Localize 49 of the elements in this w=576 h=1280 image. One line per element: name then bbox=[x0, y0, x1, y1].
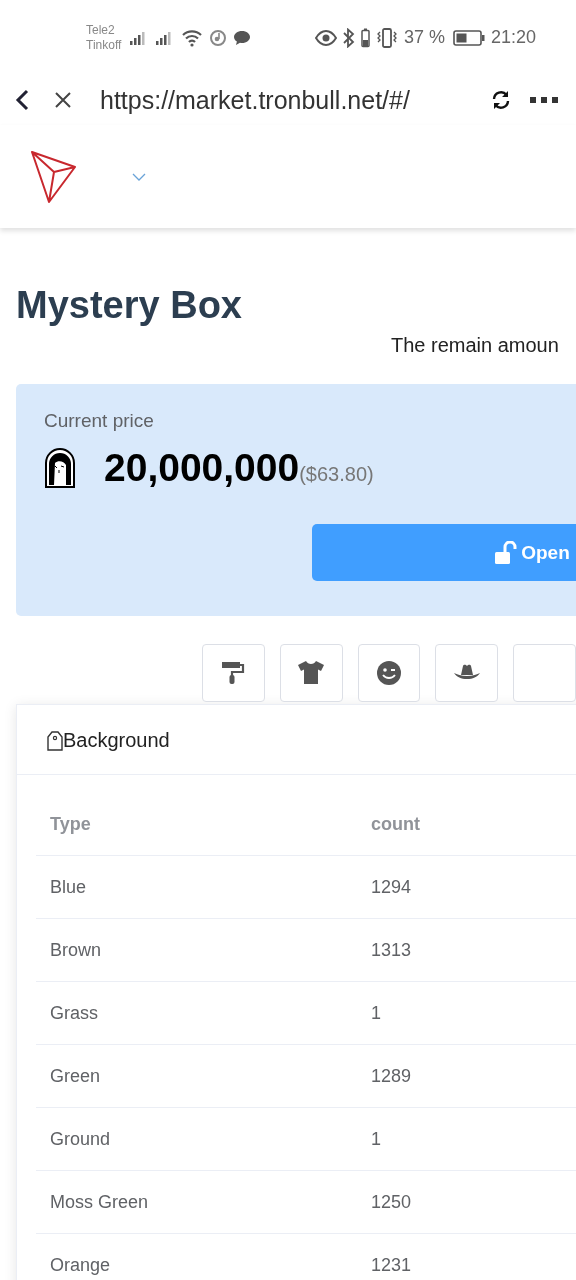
bluetooth-icon bbox=[342, 27, 355, 48]
category-button[interactable] bbox=[202, 644, 265, 702]
table-cell: 1231 bbox=[357, 1233, 576, 1280]
table-cell: Green bbox=[36, 1044, 357, 1108]
wifi-icon bbox=[181, 28, 204, 47]
chat-icon bbox=[233, 29, 252, 46]
reload-button[interactable] bbox=[490, 89, 512, 111]
vibrate-icon bbox=[375, 27, 398, 48]
battery-icon bbox=[452, 29, 485, 46]
price-value: 20,000,000 bbox=[104, 446, 300, 490]
price-usd: ($63.80) bbox=[299, 462, 374, 486]
logo-icon[interactable] bbox=[31, 150, 77, 203]
portrait-token-icon bbox=[44, 448, 76, 488]
table-cell: Grass bbox=[36, 981, 357, 1045]
table-cell: 1250 bbox=[357, 1170, 576, 1234]
carrier-name: Tinkoff bbox=[86, 37, 122, 53]
table-cell: 1 bbox=[357, 1107, 576, 1171]
carrier-name: Tele2 bbox=[86, 22, 116, 38]
unlock-icon bbox=[494, 540, 519, 565]
winking-face-icon bbox=[375, 659, 403, 687]
category-button[interactable] bbox=[279, 644, 343, 702]
url-text[interactable]: https://market.tronbull.net/#/ bbox=[100, 85, 490, 115]
column-header: count bbox=[357, 793, 576, 856]
t-shirt-icon bbox=[297, 659, 326, 687]
chevron-down-icon[interactable] bbox=[132, 172, 146, 181]
table-cell: Ground bbox=[36, 1107, 357, 1171]
clock-time: 21:20 bbox=[490, 27, 536, 48]
category-button[interactable] bbox=[435, 644, 499, 702]
battery-icon bbox=[360, 27, 370, 48]
page-title: Mystery Box bbox=[16, 283, 243, 328]
table-cell: Moss Green bbox=[36, 1170, 357, 1234]
music-icon bbox=[209, 28, 228, 47]
price-label: Current price bbox=[44, 410, 154, 432]
close-button[interactable] bbox=[54, 91, 72, 109]
remain-amount-label: The remain amoun bbox=[391, 333, 559, 358]
table-cell: 1294 bbox=[357, 855, 576, 919]
table-cell: Brown bbox=[36, 918, 357, 982]
table-cell: 1313 bbox=[357, 918, 576, 982]
section-title: Background bbox=[63, 729, 170, 752]
battery-percent: 37 % bbox=[403, 27, 445, 48]
eye-icon bbox=[314, 29, 337, 46]
table-cell: Blue bbox=[36, 855, 357, 919]
table-cell: 1289 bbox=[357, 1044, 576, 1108]
column-header: Type bbox=[36, 793, 357, 856]
table-cell: 1 bbox=[357, 981, 576, 1045]
table-cell: Orange bbox=[36, 1233, 357, 1280]
more-button[interactable] bbox=[530, 96, 558, 104]
tag-icon bbox=[47, 730, 63, 751]
category-button[interactable] bbox=[357, 644, 421, 702]
